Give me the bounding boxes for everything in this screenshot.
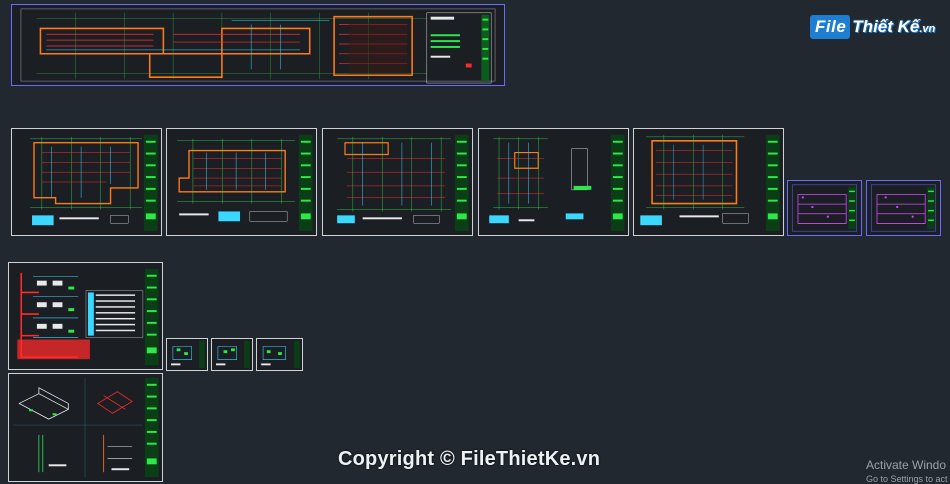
- floor-plan-4-drawing: [489, 134, 625, 232]
- detail-thumb-2-drawing: [216, 340, 250, 369]
- logo-rest: Thiết Kế.vn: [852, 17, 935, 37]
- logo-name: Thiết Kế: [852, 17, 920, 36]
- copyright-watermark: Copyright © FileThietKe.vn: [338, 448, 601, 470]
- section-sheet-1[interactable]: [787, 180, 862, 236]
- section-sheet-1-drawing: [791, 184, 858, 232]
- riser-diagram-sheet[interactable]: [8, 262, 163, 370]
- site-plan-sheet[interactable]: [11, 4, 505, 86]
- detail-thumb-1-drawing: [171, 340, 205, 369]
- floor-plan-2-drawing: [177, 134, 313, 232]
- floor-plan-5-drawing: [640, 134, 780, 232]
- floor-plan-2-sheet[interactable]: [166, 128, 317, 236]
- detail-thumb-1[interactable]: [166, 338, 208, 371]
- floor-plan-3-sheet[interactable]: [322, 128, 473, 236]
- section-sheet-2[interactable]: [866, 180, 941, 236]
- floor-plan-5-sheet[interactable]: [633, 128, 784, 236]
- site-plan-drawing: [20, 8, 496, 84]
- activate-windows-subtitle: Go to Settings to act: [866, 474, 948, 484]
- isometric-details-sheet[interactable]: [8, 373, 163, 482]
- activate-windows-title: Activate Windo: [866, 458, 947, 472]
- floor-plan-4-sheet[interactable]: [478, 128, 629, 236]
- detail-thumb-3[interactable]: [256, 338, 303, 371]
- floor-plan-1-drawing: [30, 134, 158, 232]
- detail-thumb-3-drawing: [261, 340, 300, 369]
- logo-suffix: .vn: [919, 23, 936, 35]
- section-sheet-2-drawing: [870, 184, 937, 232]
- riser-diagram-drawing: [17, 268, 159, 366]
- logo-brand: File: [810, 15, 851, 39]
- floor-plan-3-drawing: [337, 134, 469, 232]
- isometric-details-drawing: [13, 377, 159, 478]
- detail-thumb-2[interactable]: [211, 338, 253, 371]
- floor-plan-1-sheet[interactable]: [11, 128, 162, 236]
- filethietke-logo: File Thiết Kế.vn: [810, 12, 935, 42]
